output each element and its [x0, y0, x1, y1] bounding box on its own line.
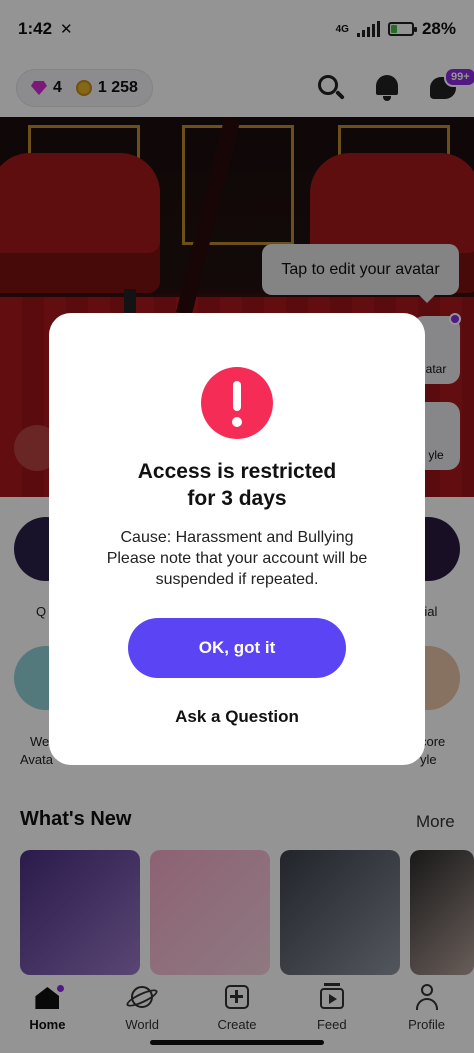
dialog-message: Cause: Harassment and Bullying Please no…: [69, 527, 405, 590]
ask-question-button[interactable]: Ask a Question: [49, 707, 425, 727]
alert-icon: [201, 367, 273, 439]
dialog-message-line: Please note that your account will be: [106, 550, 368, 567]
dialog-message-line: suspended if repeated.: [155, 571, 319, 588]
dialog-title-line: Access is restricted: [137, 460, 337, 483]
ok-button[interactable]: OK, got it: [128, 618, 346, 678]
dialog-message-line: Cause: Harassment and Bullying: [120, 529, 354, 546]
dialog-title: Access is restricted for 3 days: [49, 458, 425, 512]
restriction-dialog: Access is restricted for 3 days Cause: H…: [49, 313, 425, 765]
dialog-title-line: for 3 days: [187, 487, 287, 510]
